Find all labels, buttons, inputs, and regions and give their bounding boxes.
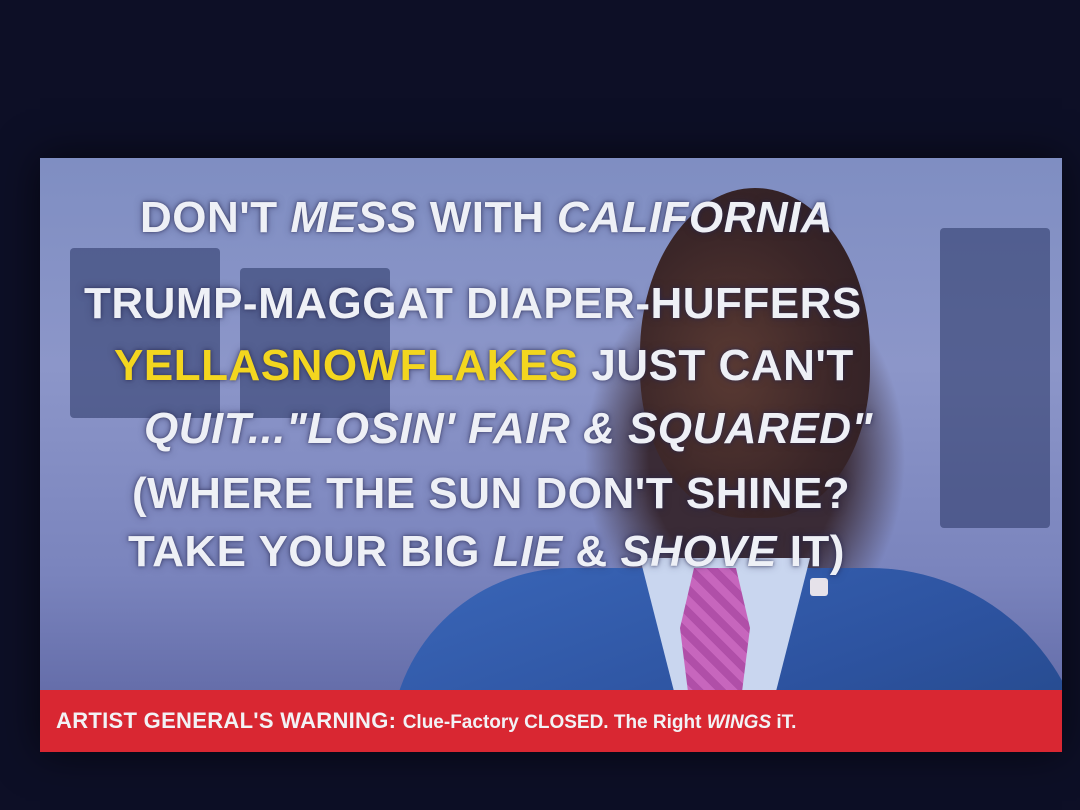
text-fragment: & [562, 527, 621, 576]
lapel-pin [810, 578, 828, 596]
text-fragment: IT) [776, 527, 845, 576]
warning-wings: WINGS [706, 712, 772, 733]
warning-text: ARTIST GENERAL'S WARNING: Clue-Factory C… [56, 708, 796, 734]
text-fragment: QUIT..."LOSIN' FAIR & SQUARED" [144, 404, 873, 453]
text-fragment: WITH [417, 193, 557, 242]
text-fragment: LIE [492, 527, 563, 576]
headline-line-1: DON'T MESS WITH CALIFORNIA [140, 193, 1080, 243]
warning-body: Clue-Factory CLOSED. The Right [402, 712, 707, 733]
warning-lead: ARTIST GENERAL'S WARNING: [56, 708, 403, 733]
headline-line-5: (WHERE THE SUN DON'T SHINE? [132, 469, 851, 518]
yellasnowflakes-text: YELLASNOWFLAKES [114, 341, 579, 390]
headline-line-4: QUIT..."LOSIN' FAIR & SQUARED" [144, 404, 1080, 454]
warning-banner: ARTIST GENERAL'S WARNING: Clue-Factory C… [40, 690, 1062, 752]
text-fragment: CALIFORNIA [556, 193, 834, 242]
background-window [70, 248, 220, 418]
warning-end: iT. [771, 712, 797, 733]
headline-line-2: TRUMP-MAGGAT DIAPER-HUFFERS [84, 279, 862, 328]
text-fragment: MESS [290, 193, 418, 242]
headline-line-3: YELLASNOWFLAKES JUST CAN'T [114, 341, 1080, 391]
text-fragment: DON'T [140, 193, 291, 242]
photo-panel [40, 158, 1062, 752]
headline-line-6: TAKE YOUR BIG LIE & SHOVE IT) [128, 527, 1080, 577]
text-fragment: TAKE YOUR BIG [128, 527, 493, 576]
text-fragment: JUST CAN'T [578, 341, 854, 390]
text-fragment: SHOVE [620, 527, 777, 576]
